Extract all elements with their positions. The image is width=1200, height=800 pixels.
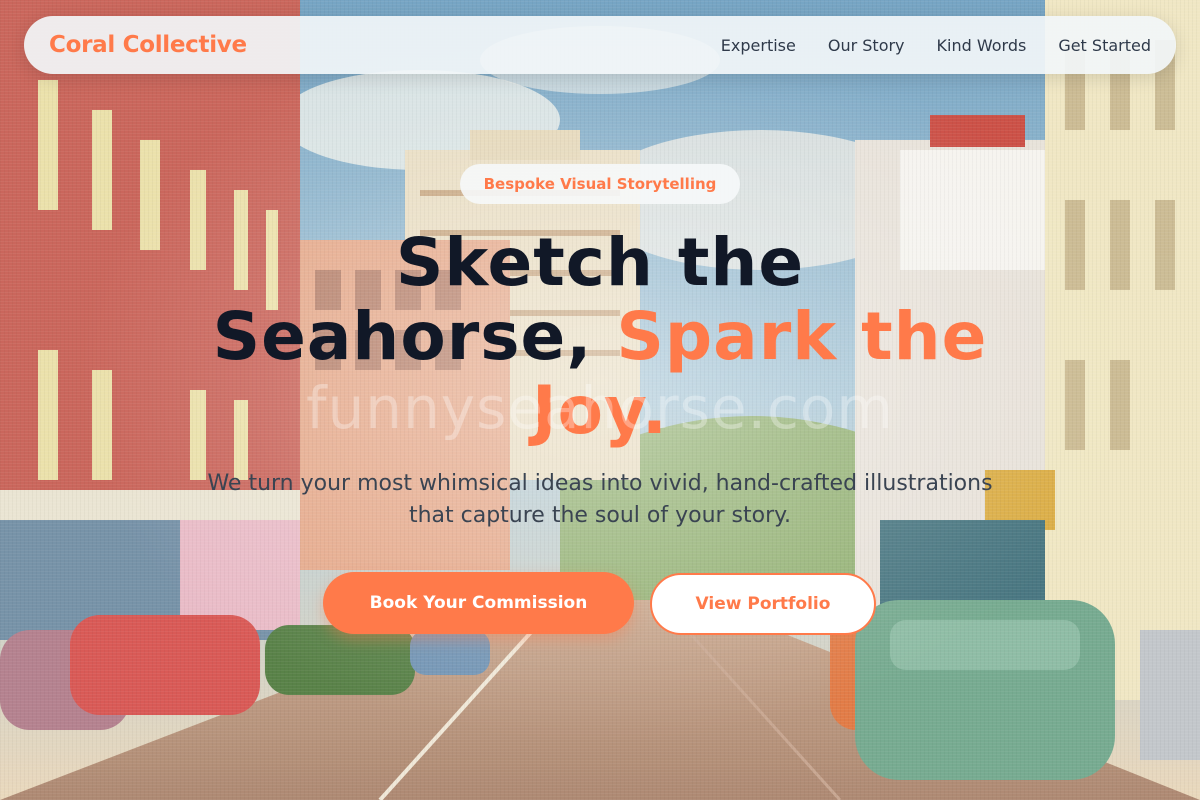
hero-headline: Sketch the Seahorse, Spark the Joy. — [150, 226, 1050, 448]
headline-line-3-accent: Joy. — [532, 372, 668, 449]
nav-link-get-started[interactable]: Get Started — [1058, 36, 1151, 55]
headline-line-2-dark: Seahorse, — [212, 298, 617, 375]
headline-line-2-accent: Spark the — [616, 298, 988, 375]
nav-link-expertise[interactable]: Expertise — [721, 36, 796, 55]
hero-subheading: We turn your most whimsical ideas into v… — [150, 468, 1050, 532]
hero-tag-badge: Bespoke Visual Storytelling — [460, 164, 740, 204]
navbar: Coral Collective Expertise Our Story Kin… — [24, 16, 1176, 74]
nav-links: Expertise Our Story Kind Words Get Start… — [721, 36, 1151, 55]
book-commission-button[interactable]: Book Your Commission — [323, 572, 634, 634]
nav-link-kind-words[interactable]: Kind Words — [937, 36, 1027, 55]
view-portfolio-button[interactable]: View Portfolio — [650, 573, 876, 635]
brand-logo[interactable]: Coral Collective — [49, 32, 247, 58]
subheading-line-1: We turn your most whimsical ideas into v… — [207, 471, 993, 496]
headline-line-1: Sketch the — [395, 224, 805, 301]
hero-section: Coral Collective Expertise Our Story Kin… — [0, 0, 1200, 800]
subheading-line-2: that capture the soul of your story. — [408, 503, 792, 528]
nav-link-our-story[interactable]: Our Story — [828, 36, 905, 55]
